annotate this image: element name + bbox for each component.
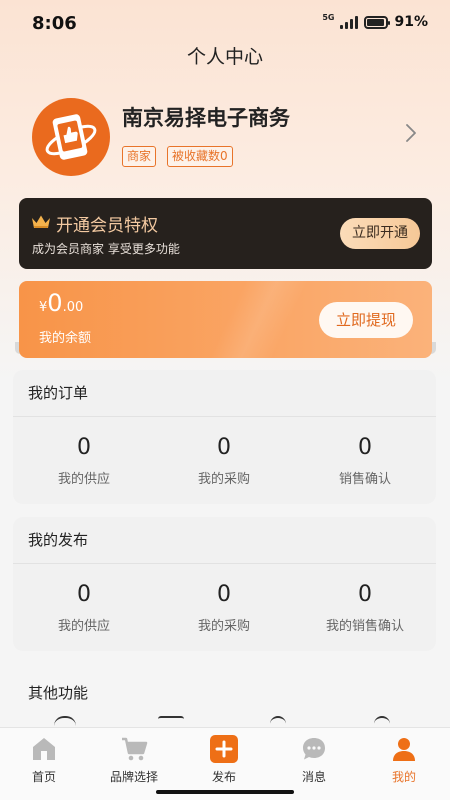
signal-icon xyxy=(340,15,359,29)
cart-icon xyxy=(122,737,148,761)
profile-card[interactable]: 南京易择电子商务 商家 被收藏数0 xyxy=(24,92,426,182)
publish-sales-confirm-stat[interactable]: 0 我的销售确认 xyxy=(295,581,435,634)
favorites-count-tag: 被收藏数0 xyxy=(167,146,233,167)
balance-label: 我的余额 xyxy=(39,331,92,346)
status-indicators: 5G 91% xyxy=(322,12,428,31)
publish-section: 我的发布 0 我的供应 0 我的采购 0 我的销售确认 xyxy=(13,517,436,651)
battery-icon xyxy=(364,15,391,29)
balance-integer: 0 xyxy=(47,289,63,317)
stat-value: 0 xyxy=(358,435,372,460)
vip-banner[interactable]: 开通会员特权 成为会员商家 享受更多功能 立即开通 xyxy=(19,198,432,269)
publish-title: 我的发布 xyxy=(28,531,89,549)
balance-card: ¥0.00 我的余额 立即提现 xyxy=(19,281,432,358)
tab-label: 品牌选择 xyxy=(109,770,158,784)
tab-messages[interactable]: 消息 xyxy=(269,734,359,785)
publish-supply-stat[interactable]: 0 我的供应 xyxy=(14,581,154,634)
stat-label: 我的供应 xyxy=(57,472,110,487)
network-label: 5G xyxy=(322,12,335,22)
tab-publish[interactable]: 发布 xyxy=(179,734,269,785)
function-icon-partial xyxy=(270,716,286,726)
stat-label: 销售确认 xyxy=(338,472,391,487)
orders-title: 我的订单 xyxy=(28,384,89,402)
stat-label: 我的采购 xyxy=(197,619,250,634)
balance-amount: ¥0.00 xyxy=(39,289,83,317)
crown-icon xyxy=(32,215,50,228)
publish-purchase-stat[interactable]: 0 我的采购 xyxy=(154,581,294,634)
battery-fill xyxy=(367,18,384,26)
stat-label: 我的采购 xyxy=(197,472,250,487)
avatar[interactable] xyxy=(32,98,110,176)
user-icon xyxy=(393,738,415,761)
stat-value: 0 xyxy=(217,435,231,460)
function-icon-partial xyxy=(54,716,76,726)
stat-label: 我的销售确认 xyxy=(325,619,404,634)
home-indicator xyxy=(156,790,294,794)
message-icon xyxy=(303,738,325,760)
section-divider xyxy=(13,563,436,564)
battery-percent: 91% xyxy=(394,14,428,30)
tab-label: 消息 xyxy=(301,770,326,784)
activate-vip-button[interactable]: 立即开通 xyxy=(340,218,420,249)
stat-label: 我的供应 xyxy=(57,619,110,634)
status-bar: 8:06 5G 91% xyxy=(0,0,450,46)
stat-value: 0 xyxy=(358,582,372,607)
tab-profile[interactable]: 我的 xyxy=(359,734,449,785)
tab-label: 我的 xyxy=(391,770,416,784)
shop-thumbs-up-icon xyxy=(45,114,97,160)
company-name: 南京易择电子商务 xyxy=(122,106,290,130)
page-title: 个人中心 xyxy=(186,46,263,68)
other-functions-title: 其他功能 xyxy=(28,684,89,702)
status-time: 8:06 xyxy=(32,13,77,34)
withdraw-button[interactable]: 立即提现 xyxy=(319,302,413,338)
orders-supply-stat[interactable]: 0 我的供应 xyxy=(14,434,154,487)
merchant-tag: 商家 xyxy=(122,146,157,167)
stat-value: 0 xyxy=(77,582,91,607)
tab-label: 首页 xyxy=(31,770,56,784)
tab-home[interactable]: 首页 xyxy=(0,734,89,785)
balance-card-decoration xyxy=(199,281,319,358)
stat-value: 0 xyxy=(217,582,231,607)
vip-title: 开通会员特权 xyxy=(56,216,158,236)
tab-brand-select[interactable]: 品牌选择 xyxy=(89,734,179,785)
orders-section: 我的订单 0 我的供应 0 我的采购 0 销售确认 xyxy=(13,370,436,504)
chevron-right-icon[interactable] xyxy=(400,122,422,144)
section-divider xyxy=(13,416,436,417)
stat-value: 0 xyxy=(77,435,91,460)
tab-label: 发布 xyxy=(211,770,236,784)
orders-purchase-stat[interactable]: 0 我的采购 xyxy=(154,434,294,487)
function-icon-partial xyxy=(158,716,184,726)
function-icon-partial xyxy=(374,716,390,726)
vip-subtitle: 成为会员商家 享受更多功能 xyxy=(32,242,180,256)
home-icon xyxy=(33,738,55,760)
balance-decimal: .00 xyxy=(62,300,84,315)
orders-sales-confirm-stat[interactable]: 0 销售确认 xyxy=(295,434,435,487)
plus-icon xyxy=(210,735,238,763)
